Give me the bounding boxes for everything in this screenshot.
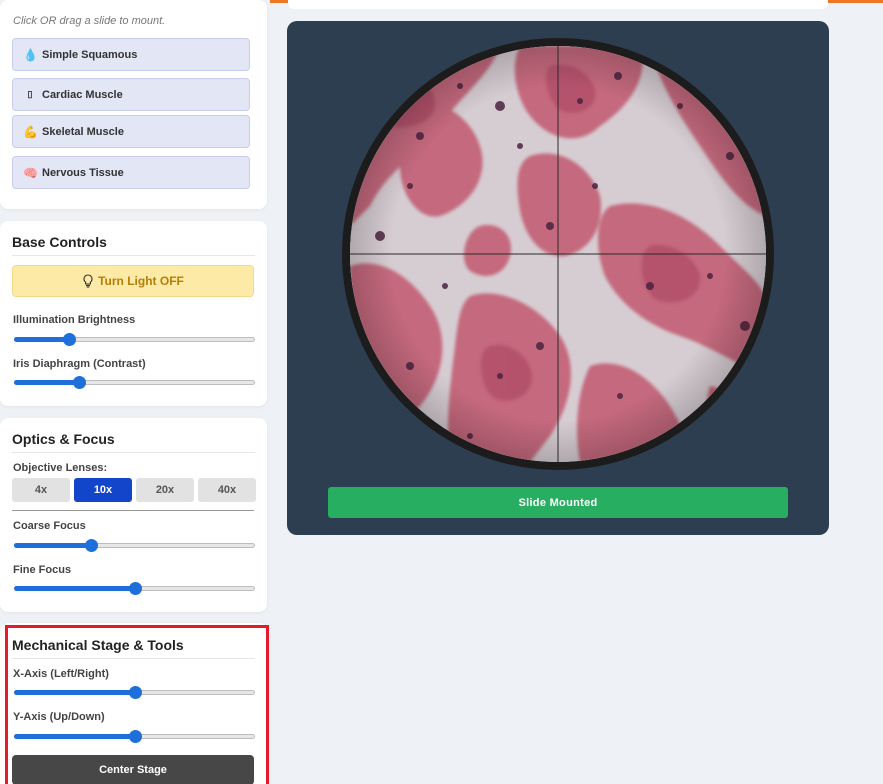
lens-4x-button[interactable]: 4x [12, 478, 70, 502]
slide-status-bar: Slide Mounted [328, 487, 788, 518]
fine-focus-label: Fine Focus [13, 564, 72, 576]
flexed-arm-icon: 💪 [23, 124, 38, 139]
slide-skeletal-muscle[interactable]: 💪 Skeletal Muscle [12, 115, 250, 148]
coarse-focus-label: Coarse Focus [13, 520, 86, 532]
slide-label: Nervous Tissue [42, 166, 124, 179]
slider-thumb[interactable] [85, 539, 99, 552]
optics-title: Optics & Focus [12, 431, 255, 453]
iris-diaphragm-slider[interactable] [14, 374, 255, 390]
slide-label: Skeletal Muscle [42, 125, 124, 138]
slide-selection-card: Click OR drag a slide to mount. 💧 Simple… [0, 0, 267, 209]
lens-40x-button[interactable]: 40x [198, 478, 256, 502]
slider-thumb[interactable] [63, 333, 77, 346]
brightness-slider[interactable] [14, 331, 255, 347]
base-controls-title: Base Controls [12, 234, 255, 256]
center-stage-button[interactable]: Center Stage [12, 755, 254, 784]
objective-lenses-label: Objective Lenses: [13, 462, 108, 474]
microscope-viewer: Slide Mounted [287, 21, 829, 535]
x-axis-label: X-Axis (Left/Right) [13, 668, 109, 680]
toggle-light-button[interactable]: Turn Light OFF [12, 265, 254, 297]
slider-thumb[interactable] [128, 686, 142, 699]
optics-focus-card: Optics & Focus Objective Lenses: 4x 10x … [0, 418, 267, 612]
tissue-specimen-image [350, 46, 766, 462]
slider-thumb[interactable] [73, 376, 87, 389]
lens-20x-button[interactable]: 20x [136, 478, 194, 502]
top-panel-edge [288, 0, 828, 9]
iris-label: Iris Diaphragm (Contrast) [13, 358, 146, 370]
base-controls-card: Base Controls Turn Light OFF Illuminatio… [0, 221, 267, 406]
objective-lens-group: 4x 10x 20x 40x [12, 478, 256, 502]
coarse-focus-slider[interactable] [14, 537, 255, 553]
mechanical-stage-card: Mechanical Stage & Tools X-Axis (Left/Ri… [0, 623, 267, 784]
heart-icon: ▯ [27, 89, 33, 99]
slide-nervous-tissue[interactable]: 🧠 Nervous Tissue [12, 156, 250, 189]
slide-simple-squamous[interactable]: 💧 Simple Squamous [12, 38, 250, 71]
stage-title: Mechanical Stage & Tools [12, 637, 255, 659]
eyepiece-view[interactable] [342, 38, 774, 470]
y-axis-label: Y-Axis (Up/Down) [13, 711, 105, 723]
fine-focus-slider[interactable] [14, 580, 255, 596]
brain-icon: 🧠 [23, 165, 38, 180]
lightbulb-icon [83, 274, 93, 288]
x-axis-slider[interactable] [14, 684, 255, 700]
slide-hint: Click OR drag a slide to mount. [13, 15, 166, 27]
blood-drop-icon: 💧 [23, 47, 38, 62]
y-axis-slider[interactable] [14, 728, 255, 744]
slide-cardiac-muscle[interactable]: ▯ Cardiac Muscle [12, 78, 250, 111]
slide-label: Cardiac Muscle [42, 88, 123, 101]
brightness-label: Illumination Brightness [13, 314, 136, 326]
slider-thumb[interactable] [128, 582, 142, 595]
slide-label: Simple Squamous [42, 48, 138, 61]
light-button-label: Turn Light OFF [98, 274, 184, 288]
lens-10x-button[interactable]: 10x [74, 478, 132, 502]
divider [12, 510, 254, 511]
slider-thumb[interactable] [128, 730, 142, 743]
